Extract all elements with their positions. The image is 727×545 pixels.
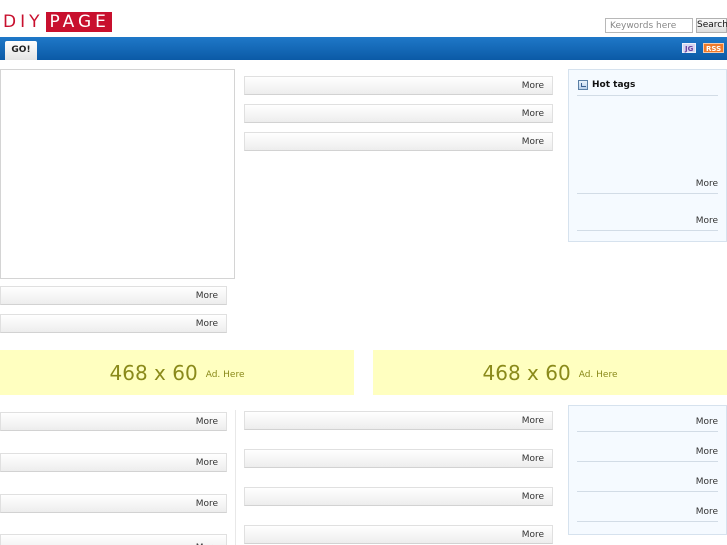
search-input[interactable] (605, 18, 693, 33)
more-link[interactable]: More (196, 454, 218, 472)
list-row: More (0, 314, 227, 333)
ad-label: Ad. Here (578, 370, 618, 380)
ad-label: Ad. Here (205, 370, 245, 380)
more-link[interactable]: More (696, 179, 718, 189)
tag-icon (578, 80, 588, 90)
list-row: More (244, 525, 553, 544)
rss-badge[interactable]: RSS (703, 43, 725, 53)
list-row: More (0, 453, 227, 472)
site-logo[interactable]: DIY PAGE (3, 12, 112, 32)
list-row: More (244, 132, 553, 151)
more-link[interactable]: More (522, 488, 544, 506)
more-link[interactable]: More (696, 477, 718, 487)
list-row: More (0, 412, 227, 431)
logo-text-diy: DIY (3, 12, 44, 32)
list-row: More (244, 411, 553, 430)
divider (577, 491, 718, 492)
ad-size: 468 x 60 (482, 360, 571, 385)
ad-banner[interactable]: 468 x 60 Ad. Here (373, 350, 727, 395)
more-link[interactable]: More (196, 495, 218, 513)
hot-tags-header: Hot tags (578, 80, 635, 90)
tab-go[interactable]: GO! (5, 41, 37, 60)
hot-tags-panel: Hot tags More More (568, 69, 727, 242)
more-link[interactable]: More (522, 105, 544, 123)
hot-tags-title: Hot tags (592, 80, 636, 90)
more-link[interactable]: More (522, 77, 544, 95)
list-row: More (0, 494, 227, 513)
search-button[interactable]: Search (696, 18, 727, 33)
more-link[interactable]: More (522, 412, 544, 430)
more-link[interactable]: More (196, 315, 218, 333)
featured-box (0, 69, 235, 279)
column-divider (235, 410, 236, 545)
nav-bar: GO! JG RSS (0, 37, 727, 60)
divider (577, 461, 718, 462)
more-link[interactable]: More (196, 539, 218, 545)
divider (577, 230, 718, 231)
list-row: More (244, 487, 553, 506)
more-link[interactable]: More (696, 417, 718, 427)
ad-banner[interactable]: 468 x 60 Ad. Here (0, 350, 354, 395)
divider (577, 193, 718, 194)
list-row: More (0, 286, 227, 305)
jg-badge[interactable]: JG (682, 43, 697, 53)
divider (577, 95, 718, 96)
more-link[interactable]: More (696, 216, 718, 226)
more-link[interactable]: More (522, 133, 544, 151)
more-link[interactable]: More (696, 447, 718, 457)
ad-size: 468 x 60 (109, 360, 198, 385)
more-link[interactable]: More (196, 413, 218, 431)
list-row: More (244, 76, 553, 95)
logo-text-page: PAGE (45, 12, 112, 32)
more-link[interactable]: More (522, 526, 544, 544)
side-list-panel: More More More More (568, 405, 727, 535)
more-link[interactable]: More (696, 507, 718, 517)
more-link[interactable]: More (522, 450, 544, 468)
list-row: More (244, 104, 553, 123)
divider (577, 431, 718, 432)
list-row: More (244, 449, 553, 468)
divider (577, 521, 718, 522)
list-row: More (0, 534, 227, 545)
more-link[interactable]: More (196, 287, 218, 305)
